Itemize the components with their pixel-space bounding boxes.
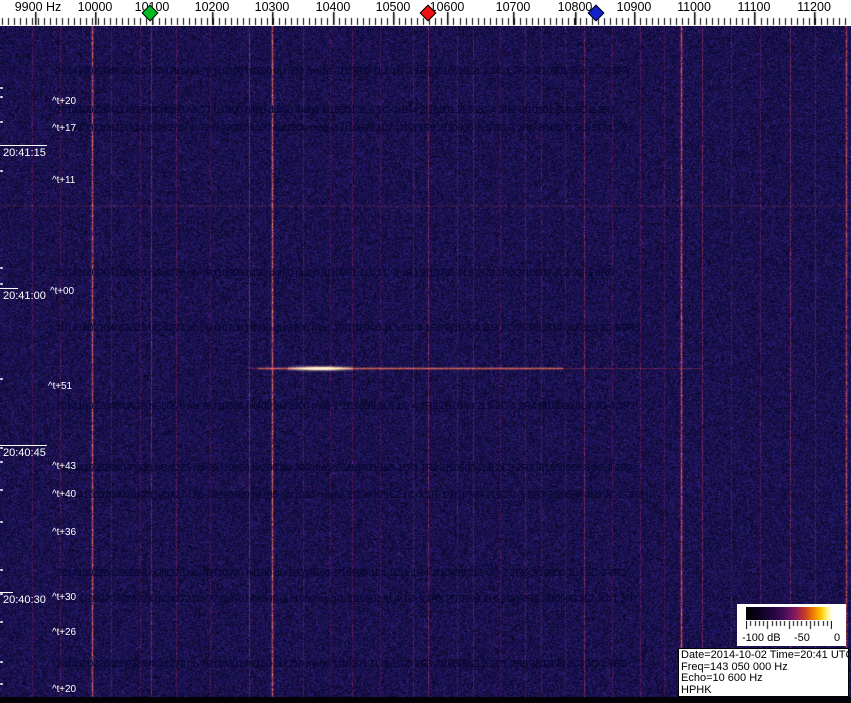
frequency-ruler: 9900 Hz100001010010200103001040010500106…	[0, 0, 851, 26]
db-label-max: 0	[834, 632, 841, 644]
spectrogram-canvas	[0, 26, 851, 703]
frequency-label: 11000	[677, 0, 711, 14]
frequency-label: 10000	[77, 0, 113, 14]
frequency-label: 10400	[315, 0, 351, 14]
spectrogram-app: { "ruler": { "labels": [ {"text":"9900 H…	[0, 0, 851, 703]
frequency-label: 11100	[737, 0, 771, 14]
info-date-time: Date=2014-10-02 Time=20:41 UTC	[681, 649, 851, 661]
frequency-label: 10200	[194, 0, 230, 14]
db-label-mid: -50	[794, 632, 810, 644]
db-color-scale: -100 dB -50 0	[737, 604, 846, 646]
info-station: HPHK	[681, 683, 712, 696]
db-scale-ticks	[746, 621, 832, 630]
frequency-label: 10700	[495, 0, 531, 14]
info-echo: Echo=10 600 Hz	[681, 672, 763, 684]
frequency-label: 10500	[375, 0, 411, 14]
frequency-label: 9900 Hz	[14, 0, 62, 14]
frequency-label: 10300	[254, 0, 290, 14]
info-box: Date=2014-10-02 Time=20:41 UTC Freq=143 …	[678, 648, 851, 697]
frequency-label: 11200	[797, 0, 831, 14]
db-gradient-bar	[746, 607, 832, 620]
db-label-min: -100 dB	[742, 632, 781, 644]
frequency-label: 10900	[616, 0, 652, 14]
